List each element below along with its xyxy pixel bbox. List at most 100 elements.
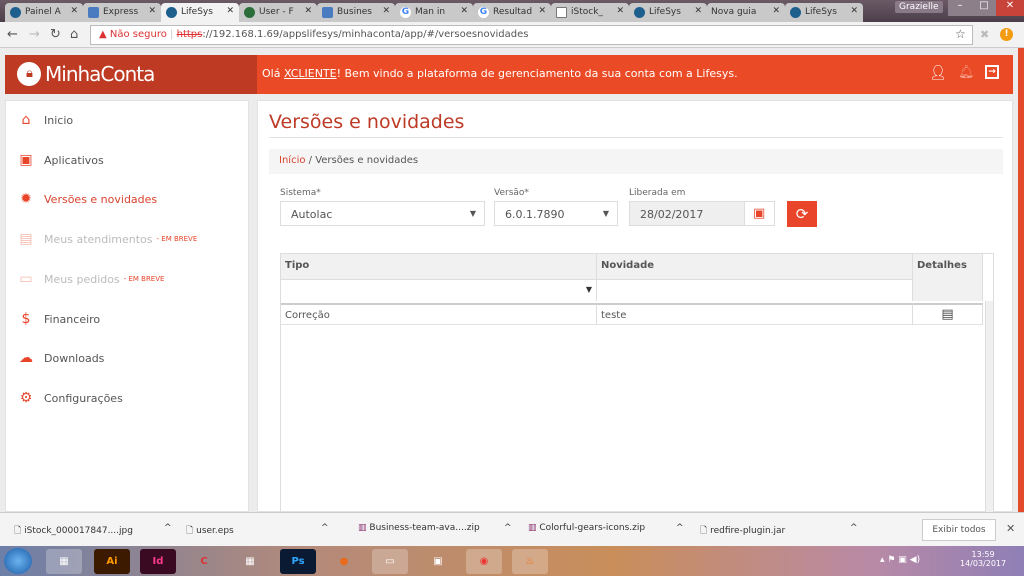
browser-tab[interactable]: Express ✕ [83,3,161,22]
chevron-up-icon[interactable]: ^ [164,523,172,533]
tray-icons[interactable]: ▴ ⚑ ▣ ◀) [880,555,920,565]
sistema-select[interactable]: Autolac ▼ [280,201,485,226]
folder-icon[interactable]: ▭ [372,549,408,574]
breadcrumb-home-link[interactable]: Início [279,155,305,166]
close-icon[interactable]: ✕ [70,6,78,16]
browser-tab[interactable]: User - F ✕ [239,3,317,22]
column-header-tipo[interactable]: Tipo [281,254,597,279]
maximize-button[interactable]: □ [972,0,996,16]
close-icon[interactable]: ✕ [772,6,780,16]
show-all-button[interactable]: Exibir todos [922,519,996,541]
sidebar-item-aplicativos[interactable]: ▣ Aplicativos [18,152,103,168]
explorer-icon[interactable]: ▦ [46,549,82,574]
download-item[interactable]: 🗋︎ iStock_000017847....jpg ^ [14,523,172,539]
extension-icon[interactable]: ✖ [980,28,989,41]
menu-alert-icon[interactable]: ! [1000,28,1013,41]
illustrator-icon[interactable]: Ai [94,549,130,574]
chevron-up-icon[interactable]: ^ [321,523,329,533]
download-item[interactable]: 🗋︎ user.eps ^ [186,523,329,539]
sidebar-item-pedidos: ▭ Meus pedidos - EM BREVE [18,271,164,287]
column-header-novidade[interactable]: Novidade [597,254,913,279]
sidebar-item-versoes[interactable]: ✹ Versões e novidades [18,191,157,207]
image-icon [88,7,99,18]
app-label: Ps [291,556,305,567]
photoshop-icon[interactable]: Ps [280,549,316,574]
close-icon[interactable]: ✕ [694,6,702,16]
chrome-icon[interactable]: ◉ [466,549,502,574]
chevron-down-icon: ▼ [469,209,476,218]
close-icon[interactable]: ✕ [850,6,858,16]
browser-tab[interactable]: G Man in ✕ [395,3,473,22]
ccleaner-icon[interactable]: C [186,549,222,574]
browser-tab[interactable]: Nova guia ✕ [707,3,785,22]
download-item[interactable]: 🗋︎ redfire-plugin.jar ^ [700,523,858,539]
logout-icon[interactable]: → [985,65,999,79]
main-panel: Versões e novidades Início / Versões e n… [257,100,1013,514]
chevron-up-icon[interactable]: ^ [850,523,858,533]
download-item[interactable]: ▥ Colorful-gears-icons.zip ^ [528,523,684,533]
start-button[interactable] [4,548,32,574]
chevron-up-icon[interactable]: ^ [504,523,512,533]
refresh-button[interactable]: ⟳ [787,201,817,227]
google-icon: G [478,7,489,18]
page-scrollbar[interactable] [1018,48,1024,512]
browser-tab[interactable]: G Resultad ✕ [473,3,551,22]
liberada-value: 28/02/2017 [640,208,704,221]
dollar-icon: $ [21,311,31,327]
sidebar-item-label: Meus atendimentos [44,232,153,246]
sidebar-item-configuracoes[interactable]: ⚙ Configurações [18,390,123,406]
close-icon[interactable]: ✕ [460,6,468,16]
download-item[interactable]: ▥ Business-team-ava....zip ^ [358,523,512,533]
indesign-icon[interactable]: Id [140,549,176,574]
close-icon[interactable]: ✕ [304,6,312,16]
forward-icon[interactable]: → [29,27,40,42]
close-icon[interactable]: ✕ [616,6,624,16]
browser-tab-active[interactable]: LifeSys ✕ [161,3,239,22]
url-input[interactable]: ▲ Não seguro | https://192.168.1.69/apps… [90,25,973,45]
cloud-download-icon: ☁ [19,350,33,366]
user-icon[interactable]: 👤︎ [929,65,947,81]
clock[interactable]: 13:59 14/03/2017 [960,550,1006,568]
app-icon[interactable]: ▣ [420,549,456,574]
sidebar-item-downloads[interactable]: ☁ Downloads [18,350,104,366]
breadcrumb-current: Versões e novidades [315,155,419,166]
close-window-button[interactable]: ✕ [996,0,1024,16]
calculator-icon[interactable]: ▦ [232,549,268,574]
globe-icon [166,7,177,18]
details-button[interactable]: ▤ [913,303,983,325]
client-link[interactable]: XCLIENTE [284,67,337,80]
profile-button[interactable]: Grazielle [895,1,943,13]
tipo-filter-select[interactable]: ▼ [281,279,597,301]
close-icon[interactable]: ✕ [226,6,234,16]
chevron-up-icon[interactable]: ^ [676,523,684,533]
browser-tab[interactable]: Painel A ✕ [5,3,83,22]
grid-scrollbar[interactable] [985,301,993,514]
minimize-button[interactable]: – [948,0,972,16]
sidebar-item-financeiro[interactable]: $ Financeiro [18,311,101,327]
logo[interactable]: 🔒︎ MinhaConta [17,62,155,86]
calendar-button[interactable]: ▣ [744,201,775,226]
close-icon[interactable]: ✕ [1006,522,1015,535]
download-filename: iStock_000017847....jpg [24,526,133,536]
browser-tab[interactable]: Busines ✕ [317,3,395,22]
back-icon[interactable]: ← [7,27,18,42]
versao-select[interactable]: 6.0.1.7890 ▼ [494,201,618,226]
browser-tab[interactable]: LifeSys ✕ [785,3,863,22]
file-icon [556,7,567,18]
browser-tab[interactable]: LifeSys ✕ [629,3,707,22]
firefox-icon[interactable]: ♨ [512,549,548,574]
home-icon[interactable]: ⌂ [70,27,78,42]
sidebar-item-label: Versões e novidades [44,192,158,206]
close-icon[interactable]: ✕ [148,6,156,16]
gear-icon: ⚙ [19,390,33,406]
bell-icon[interactable]: 🔔︎ [958,65,975,80]
close-icon[interactable]: ✕ [538,6,546,16]
reload-icon[interactable]: ↻ [50,27,61,42]
novidade-filter-input[interactable] [597,279,913,301]
security-label[interactable]: Não seguro [110,29,167,40]
app-icon[interactable]: ● [326,549,362,574]
star-icon[interactable]: ☆ [955,27,966,41]
browser-tab[interactable]: iStock_ ✕ [551,3,629,22]
sidebar-item-inicio[interactable]: ⌂ Inicio [18,112,74,128]
close-icon[interactable]: ✕ [382,6,390,16]
